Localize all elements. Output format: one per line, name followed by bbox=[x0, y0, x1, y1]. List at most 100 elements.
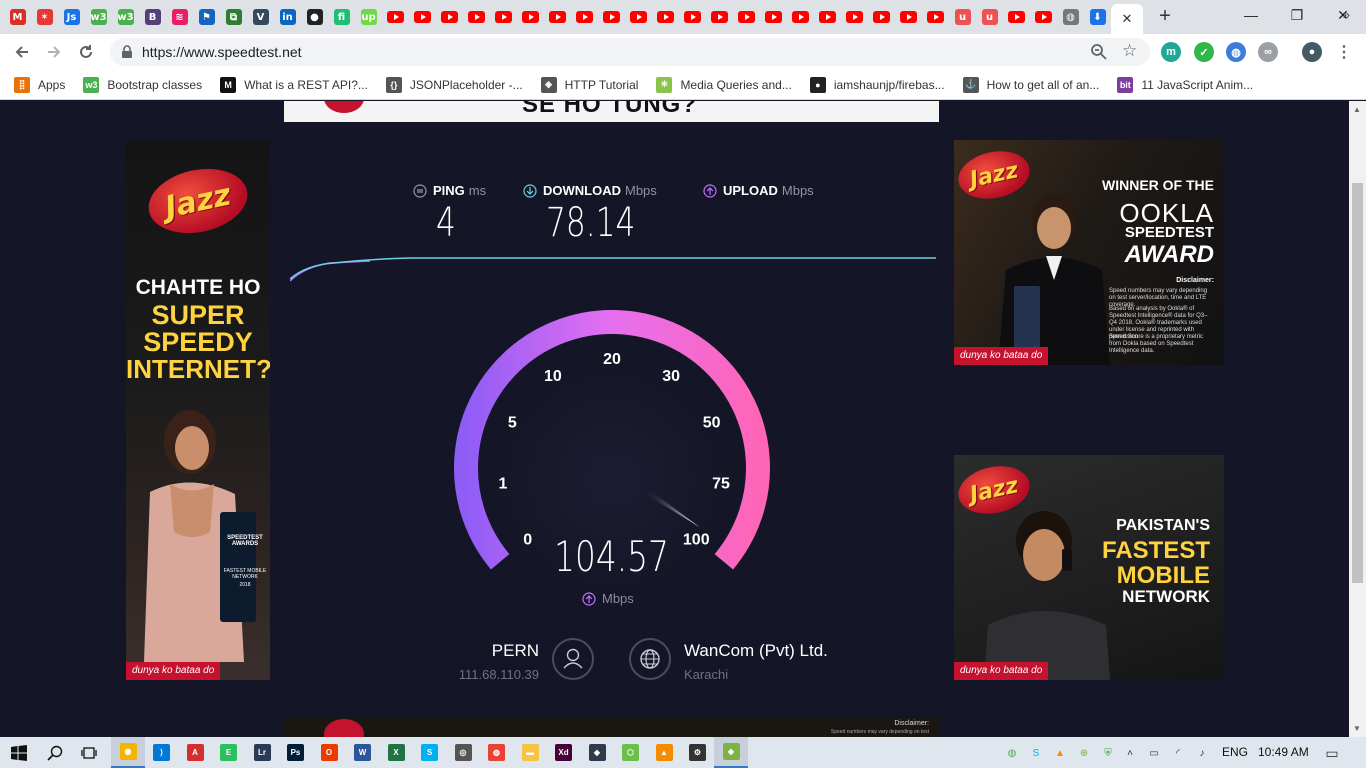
top-banner-ad[interactable]: SE HO TUNG? bbox=[284, 101, 939, 122]
tower-icon[interactable]: ⬡ bbox=[614, 737, 648, 768]
profile-avatar[interactable]: ● bbox=[1302, 42, 1322, 62]
scroll-down-icon[interactable]: ▼ bbox=[1353, 724, 1361, 733]
browser-tab[interactable] bbox=[544, 4, 571, 30]
evernote-icon[interactable]: E bbox=[212, 737, 246, 768]
wifi-icon[interactable]: ◜ bbox=[1170, 745, 1186, 761]
bookmark-item[interactable]: ⣿ Apps bbox=[14, 76, 65, 93]
browser-tab[interactable]: ≋ bbox=[166, 4, 193, 30]
bookmark-star-icon[interactable]: ☆ bbox=[1122, 41, 1137, 61]
extension-bike-icon[interactable]: ∞ bbox=[1258, 42, 1278, 62]
globe-icon[interactable] bbox=[629, 638, 671, 680]
task-view-icon[interactable] bbox=[72, 737, 106, 768]
forward-icon[interactable] bbox=[42, 40, 66, 64]
browser-tab[interactable] bbox=[517, 4, 544, 30]
browser-tab[interactable]: ✶ bbox=[31, 4, 58, 30]
folder-icon[interactable]: ▬ bbox=[513, 737, 547, 768]
address-bar[interactable]: https://www.speedtest.net ☆ bbox=[110, 38, 1150, 66]
tray-add-icon[interactable]: ⊕ bbox=[1076, 745, 1092, 761]
browser-tab[interactable] bbox=[868, 4, 895, 30]
browser-tab[interactable] bbox=[625, 4, 652, 30]
browser-tab[interactable]: up bbox=[355, 4, 382, 30]
bookmark-item[interactable]: w3 Bootstrap classes bbox=[83, 76, 202, 93]
xd-icon[interactable]: Xd bbox=[547, 737, 581, 768]
show-hidden-icons-chevron-icon[interactable]: ˄ bbox=[1122, 745, 1138, 761]
extension-check-icon[interactable]: ✓ bbox=[1194, 42, 1214, 62]
browser-tab[interactable] bbox=[409, 4, 436, 30]
browser-tab[interactable]: ● bbox=[301, 4, 328, 30]
pdf-icon[interactable]: A bbox=[178, 737, 212, 768]
browser-tab[interactable] bbox=[382, 4, 409, 30]
excel-icon[interactable]: X bbox=[379, 737, 413, 768]
bookmarks-overflow-icon[interactable]: » bbox=[1343, 7, 1350, 22]
browser-tab[interactable]: w3 bbox=[112, 4, 139, 30]
tray-globe-icon[interactable]: ◍ bbox=[1004, 745, 1020, 761]
browser-tab[interactable] bbox=[706, 4, 733, 30]
browser-tab[interactable]: fi bbox=[328, 4, 355, 30]
close-tab-icon[interactable]: ✕ bbox=[1122, 11, 1133, 27]
bookmark-item[interactable]: bit 11 JavaScript Anim... bbox=[1117, 76, 1253, 93]
minimize-button[interactable]: — bbox=[1228, 0, 1274, 30]
vscode-icon[interactable]: ⟩ bbox=[145, 737, 179, 768]
lightroom-icon[interactable]: Lr bbox=[245, 737, 279, 768]
browser-tab[interactable] bbox=[760, 4, 787, 30]
photoshop-icon[interactable]: Ps bbox=[279, 737, 313, 768]
browser-tab[interactable]: ◍ bbox=[1057, 4, 1084, 30]
browser-tab[interactable] bbox=[733, 4, 760, 30]
davinci-icon[interactable]: ◎ bbox=[446, 737, 480, 768]
new-tab-button[interactable]: + bbox=[1155, 6, 1175, 26]
office-icon[interactable]: O bbox=[312, 737, 346, 768]
browser-tab[interactable]: Js bbox=[58, 4, 85, 30]
browser-tab[interactable] bbox=[1003, 4, 1030, 30]
browser-tab[interactable] bbox=[598, 4, 625, 30]
extension-m-icon[interactable]: m bbox=[1161, 42, 1181, 62]
reload-icon[interactable] bbox=[74, 40, 98, 64]
browser-tab[interactable]: ⚑ bbox=[193, 4, 220, 30]
browser-tab[interactable] bbox=[814, 4, 841, 30]
browser-tab[interactable] bbox=[922, 4, 949, 30]
scrollbar-thumb[interactable] bbox=[1352, 183, 1363, 583]
browser-tab[interactable]: ⧉ bbox=[220, 4, 247, 30]
browser-tab[interactable]: M bbox=[4, 4, 31, 30]
browser-tab[interactable] bbox=[463, 4, 490, 30]
active-tab[interactable]: ✕ bbox=[1111, 4, 1143, 34]
bookmark-item[interactable]: M What is a REST API?... bbox=[220, 76, 368, 93]
chrome-app-icon[interactable]: ◍ bbox=[480, 737, 514, 768]
start-windows-icon[interactable] bbox=[2, 737, 36, 768]
isp-name[interactable]: WanCom (Pvt) Ltd. bbox=[684, 641, 828, 661]
language-indicator[interactable]: ENG bbox=[1222, 745, 1248, 759]
search-icon[interactable] bbox=[38, 737, 72, 768]
browser-tab[interactable] bbox=[571, 4, 598, 30]
browser-tab[interactable] bbox=[895, 4, 922, 30]
scroll-up-icon[interactable]: ▲ bbox=[1353, 105, 1361, 114]
mixed-icon[interactable]: ◈ bbox=[714, 737, 748, 768]
zoom-icon[interactable] bbox=[1090, 43, 1108, 61]
taskbar-clock[interactable]: 10:49 AM bbox=[1258, 745, 1309, 759]
browser-tab[interactable] bbox=[652, 4, 679, 30]
browser-tab[interactable] bbox=[841, 4, 868, 30]
bookmark-item[interactable]: ✳ Media Queries and... bbox=[656, 76, 792, 93]
browser-tab[interactable]: V bbox=[247, 4, 274, 30]
back-icon[interactable] bbox=[10, 40, 34, 64]
tray-skype-icon[interactable]: S bbox=[1028, 745, 1044, 761]
bookmark-item[interactable]: ● iamshaunjp/firebas... bbox=[809, 76, 945, 93]
bottom-banner-ad[interactable]: Disclaimer: Speed numbers may vary depen… bbox=[284, 717, 939, 737]
git-icon[interactable]: ◆ bbox=[580, 737, 614, 768]
right-top-ad[interactable]: Jazz WINNER OF THE OOKLA SPEEDTEST AWARD… bbox=[954, 140, 1224, 365]
tray-vlc-icon[interactable]: ▲ bbox=[1052, 745, 1068, 761]
user-icon[interactable] bbox=[552, 638, 594, 680]
settings-icon[interactable]: ⚙ bbox=[681, 737, 715, 768]
skype-icon[interactable]: S bbox=[413, 737, 447, 768]
menu-kebab-icon[interactable]: ⋮ bbox=[1334, 42, 1354, 62]
left-skyscraper-ad[interactable]: Jazz CHAHTE HO SUPER SPEEDY INTERNET? SP… bbox=[126, 140, 270, 680]
browser-tab[interactable]: w3 bbox=[85, 4, 112, 30]
url-text[interactable]: https://www.speedtest.net bbox=[142, 44, 302, 60]
browser-tab[interactable]: u bbox=[976, 4, 1003, 30]
tray-shield-icon[interactable]: ⛨ bbox=[1100, 745, 1116, 761]
right-bottom-ad[interactable]: Jazz PAKISTAN'S FASTEST MOBILE NETWORK d… bbox=[954, 455, 1224, 680]
volume-icon[interactable]: ♪ bbox=[1194, 745, 1210, 761]
vlc-icon[interactable]: ▲ bbox=[647, 737, 681, 768]
page-scrollbar[interactable]: ▲ ▼ bbox=[1349, 101, 1366, 737]
browser-tab[interactable]: in bbox=[274, 4, 301, 30]
browser-tab[interactable] bbox=[787, 4, 814, 30]
browser-tab[interactable] bbox=[1030, 4, 1057, 30]
